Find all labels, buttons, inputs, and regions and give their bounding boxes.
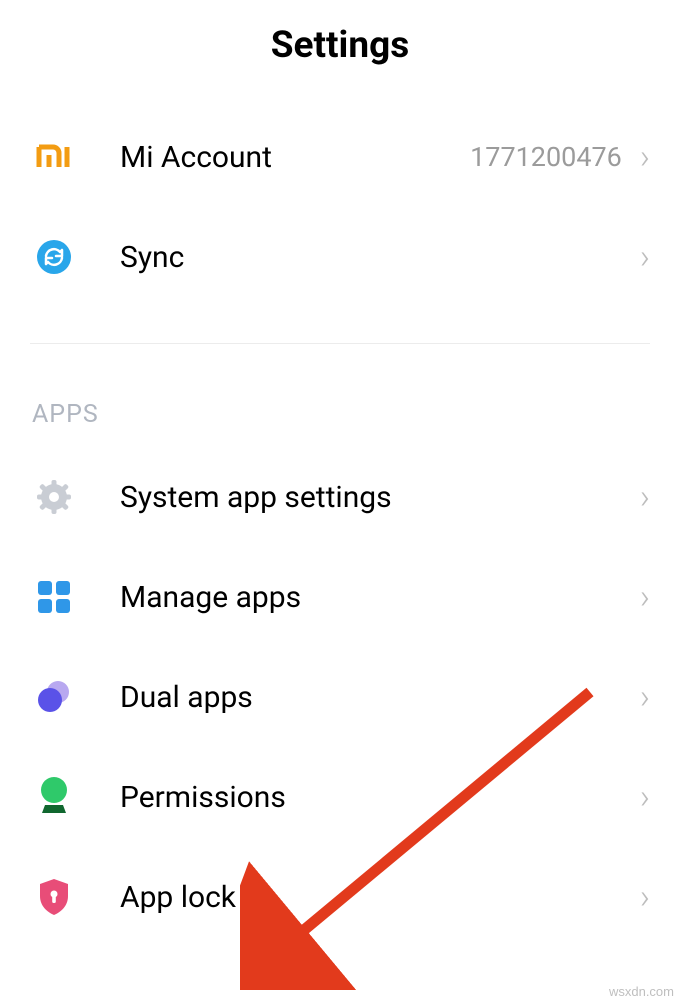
chevron-right-icon: › [640,477,650,517]
chevron-right-icon: › [640,237,650,277]
page-header: Settings [0,0,680,107]
settings-item-mi-account[interactable]: Mi Account 1771200476 › [0,107,680,207]
apps-section-header: APPS [0,344,680,447]
item-label: Mi Account [120,140,470,175]
mi-logo-icon [32,135,76,179]
sync-icon [32,235,76,279]
item-label: App lock [120,880,640,915]
apps-grid-icon [32,575,76,619]
settings-item-sync[interactable]: Sync › [0,207,680,307]
item-label: Manage apps [120,580,640,615]
gear-icon [32,475,76,519]
chevron-right-icon: › [640,677,650,717]
settings-item-manage-apps[interactable]: Manage apps › [0,547,680,647]
chevron-right-icon: › [640,577,650,617]
settings-item-system-app-settings[interactable]: System app settings › [0,447,680,547]
item-label: System app settings [120,480,640,515]
shield-lock-icon [32,875,76,919]
page-title: Settings [0,24,680,67]
watermark-text: wsxdn.com [609,984,674,999]
chevron-right-icon: › [640,777,650,817]
dual-apps-icon [32,675,76,719]
settings-item-dual-apps[interactable]: Dual apps › [0,647,680,747]
item-label: Permissions [120,780,640,815]
chevron-right-icon: › [640,137,650,177]
item-label: Dual apps [120,680,640,715]
item-value: 1771200476 [470,141,622,173]
chevron-right-icon: › [640,877,650,917]
settings-item-app-lock[interactable]: App lock › [0,847,680,947]
settings-item-permissions[interactable]: Permissions › [0,747,680,847]
item-label: Sync [120,240,640,275]
permissions-icon [32,775,76,819]
